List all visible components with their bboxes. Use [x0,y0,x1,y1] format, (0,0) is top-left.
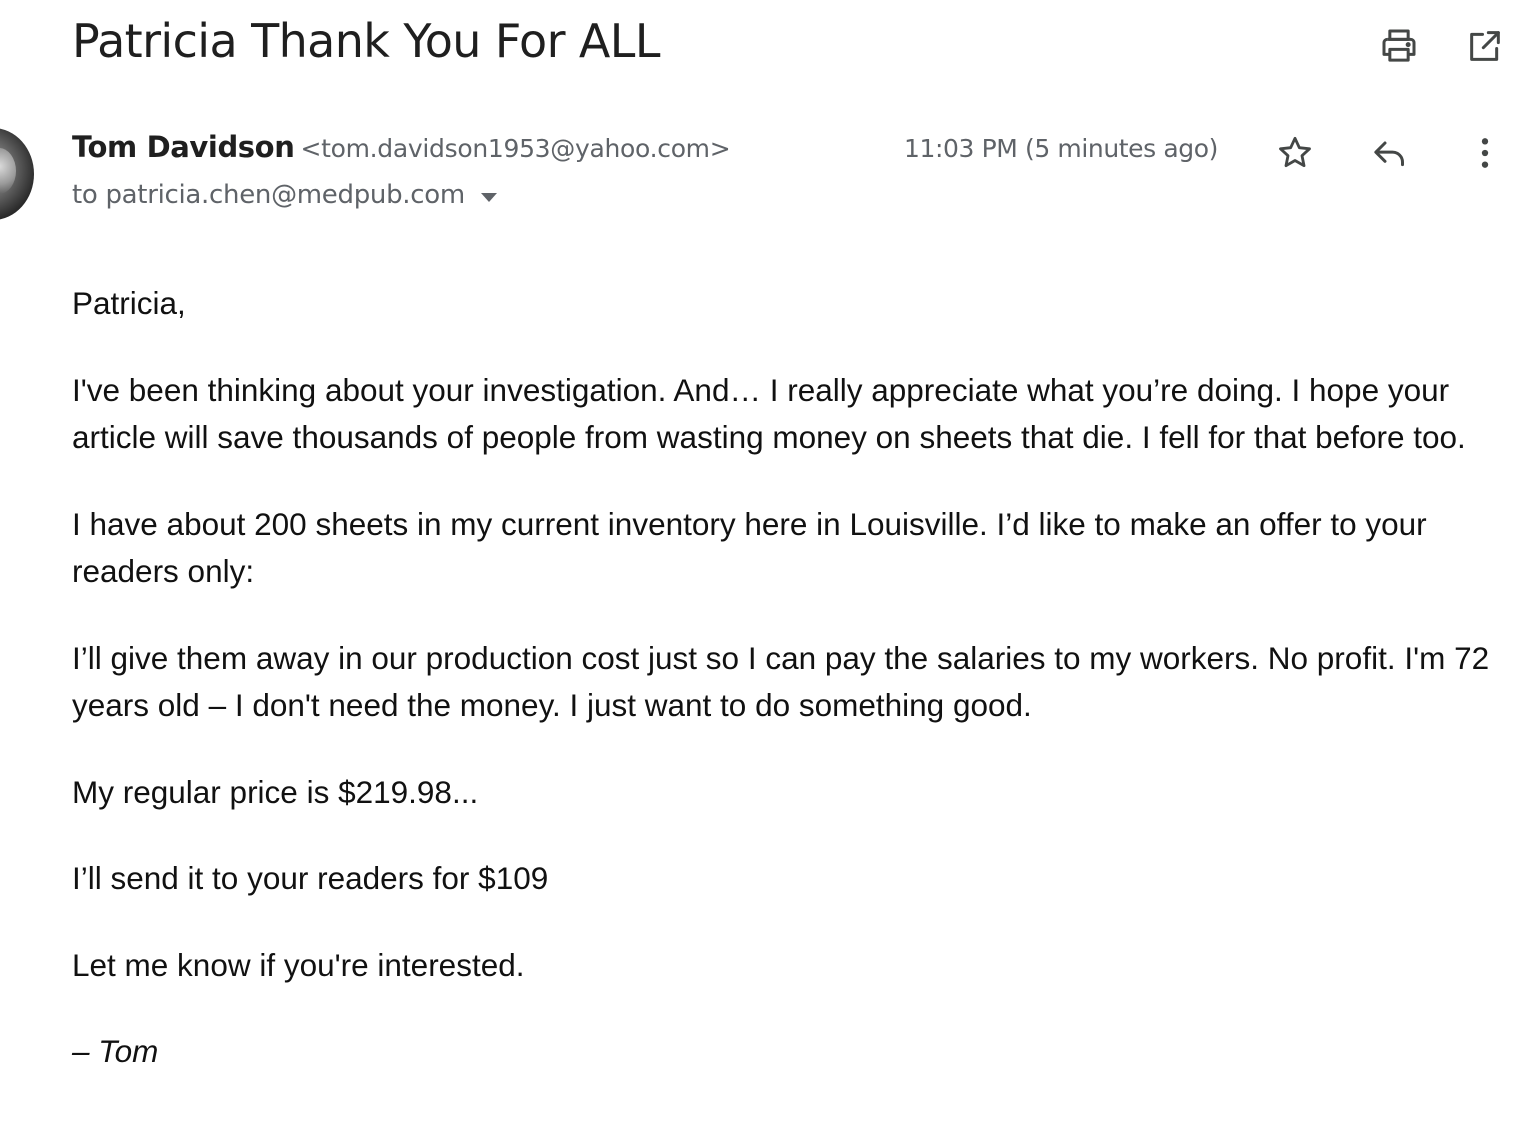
caret-down-icon[interactable] [480,192,497,202]
open-in-new-window-icon[interactable] [1465,26,1505,66]
email-timestamp: 11:03 PM (5 minutes ago) [904,134,1218,163]
sender-line: Tom Davidson <tom.davidson1953@yahoo.com> [72,130,731,164]
body-paragraph: My regular price is $219.98... [72,773,479,810]
avatar-face [0,148,16,194]
more-vert-icon[interactable] [1464,132,1506,174]
star-icon[interactable] [1274,132,1316,174]
email-signature: – Tom [72,1033,159,1069]
body-paragraph: I've been thinking about your investigat… [72,371,1466,456]
sender-name[interactable]: Tom Davidson [72,130,295,164]
recipients-label: to patricia.chen@medpub.com [72,180,465,210]
email-body: Patricia, I've been thinking about your … [72,280,1512,1115]
body-paragraph: Let me know if you're interested. [72,946,525,983]
sender-email: <tom.davidson1953@yahoo.com> [300,134,731,163]
print-icon[interactable] [1379,26,1419,66]
body-paragraph: I’ll send it to your readers for $109 [72,860,549,896]
body-paragraph: I’ll give them away in our production co… [72,639,1490,724]
sender-avatar[interactable] [0,128,34,220]
recipients-line[interactable]: to patricia.chen@medpub.com [72,180,497,210]
reply-icon[interactable] [1369,132,1411,174]
body-greeting: Patricia, [72,285,186,321]
body-paragraph: I have about 200 sheets in my current in… [72,505,1427,590]
email-subject: Patricia Thank You For ALL [72,14,660,68]
